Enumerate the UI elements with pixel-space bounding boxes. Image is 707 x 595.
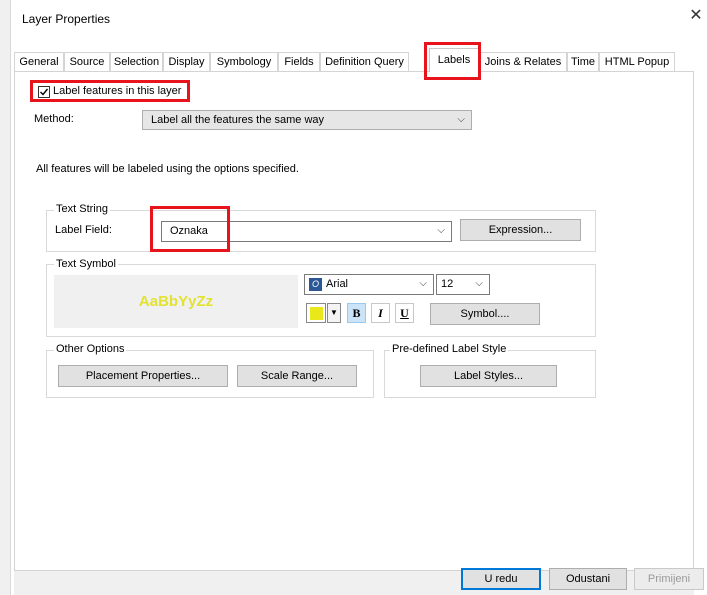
chevron-down-icon: ⌵ (475, 278, 483, 289)
cancel-button[interactable]: Odustani (549, 568, 627, 590)
color-swatch (310, 307, 323, 320)
tab-fields[interactable]: Fields (278, 52, 320, 71)
scale-range-button[interactable]: Scale Range... (237, 365, 357, 387)
method-value: Label all the features the same way (151, 114, 325, 126)
tab-symbology[interactable]: Symbology (210, 52, 278, 71)
label-features-checkbox[interactable] (38, 86, 50, 98)
underline-button[interactable]: U (395, 303, 414, 323)
placement-properties-button[interactable]: Placement Properties... (58, 365, 228, 387)
window-title: Layer Properties (22, 12, 111, 26)
symbol-button[interactable]: Symbol.... (430, 303, 540, 325)
font-value: Arial (326, 278, 349, 290)
text-string-legend: Text String (54, 203, 110, 215)
tab-general[interactable]: General (14, 52, 64, 71)
method-label: Method: (34, 113, 74, 125)
italic-button[interactable]: I (371, 303, 390, 323)
chevron-down-icon: ⌵ (437, 225, 445, 236)
close-icon[interactable]: ✕ (688, 8, 704, 24)
label-styles-button[interactable]: Label Styles... (420, 365, 557, 387)
label-field-value: Oznaka (170, 225, 208, 237)
tab-html-popup[interactable]: HTML Popup (599, 52, 675, 71)
ok-button[interactable]: U redu (461, 568, 541, 590)
tab-time[interactable]: Time (567, 52, 599, 71)
chevron-down-icon: ⌵ (457, 114, 465, 125)
text-symbol-legend: Text Symbol (54, 258, 118, 270)
tab-source[interactable]: Source (64, 52, 110, 71)
opentype-font-icon: O (309, 277, 322, 291)
font-select[interactable]: O Arial ⌵ (304, 274, 434, 295)
color-swatch-button[interactable] (306, 303, 326, 323)
tab-display[interactable]: Display (163, 52, 210, 71)
label-field-select[interactable]: Oznaka ⌵ (161, 221, 452, 242)
other-options-legend: Other Options (54, 343, 127, 355)
predefined-label-style-legend: Pre-defined Label Style (390, 343, 509, 355)
checkmark-icon (40, 88, 49, 96)
bold-button[interactable]: B (347, 303, 366, 323)
method-select[interactable]: Label all the features the same way ⌵ (142, 110, 472, 130)
info-text: All features will be labeled using the o… (36, 163, 299, 175)
chevron-down-icon: ⌵ (419, 278, 427, 289)
tab-definition-query[interactable]: Definition Query (320, 52, 409, 71)
label-features-label[interactable]: Label features in this layer (53, 85, 181, 97)
label-preview: AaBbYyZz (54, 275, 298, 328)
tab-joins-relates[interactable]: Joins & Relates (479, 52, 567, 71)
font-size-value: 12 (441, 278, 454, 290)
label-field-label: Label Field: (55, 224, 112, 236)
color-dropdown-arrow-icon[interactable]: ▼ (327, 303, 341, 323)
apply-button[interactable]: Primijeni (634, 568, 704, 590)
expression-button[interactable]: Expression... (460, 219, 581, 241)
window-left-edge (0, 0, 11, 595)
tab-selection[interactable]: Selection (110, 52, 163, 71)
tab-labels[interactable]: Labels (429, 48, 479, 72)
font-size-select[interactable]: 12 ⌵ (436, 274, 490, 295)
